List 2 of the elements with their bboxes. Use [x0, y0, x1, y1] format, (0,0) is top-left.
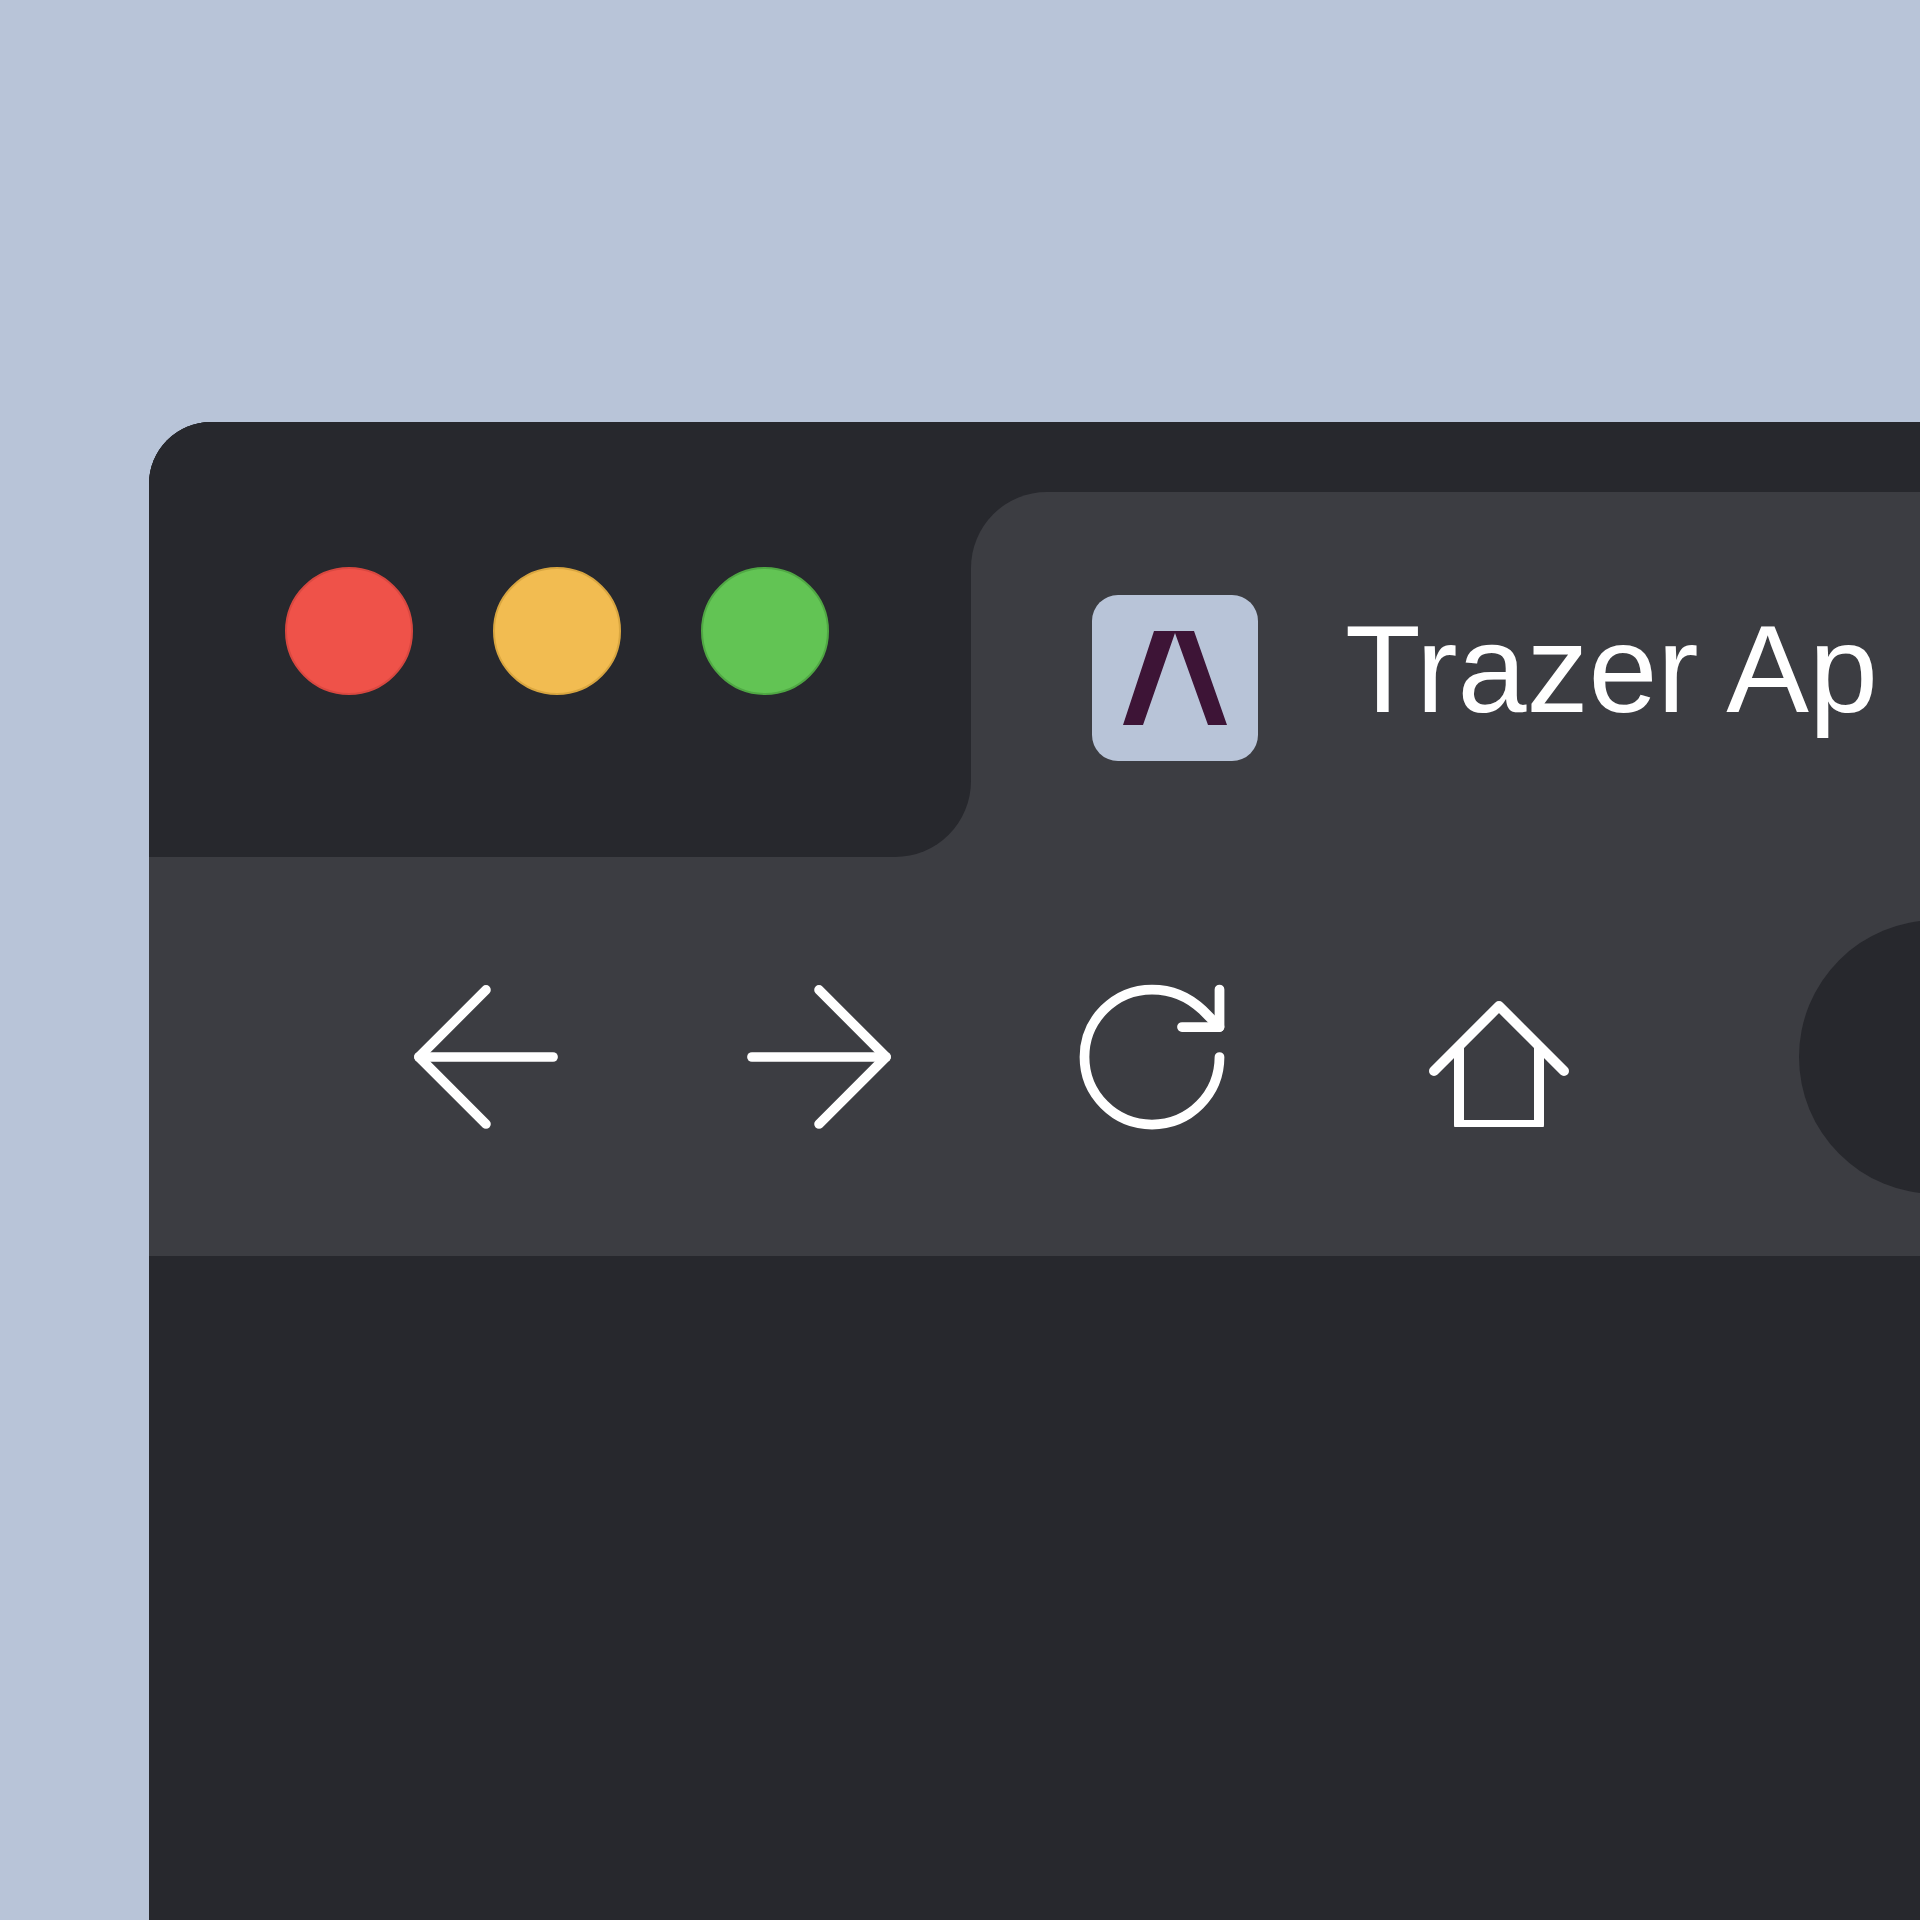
tab-title: Trazer Ap [1345, 599, 1878, 740]
logo-icon [1123, 631, 1227, 725]
